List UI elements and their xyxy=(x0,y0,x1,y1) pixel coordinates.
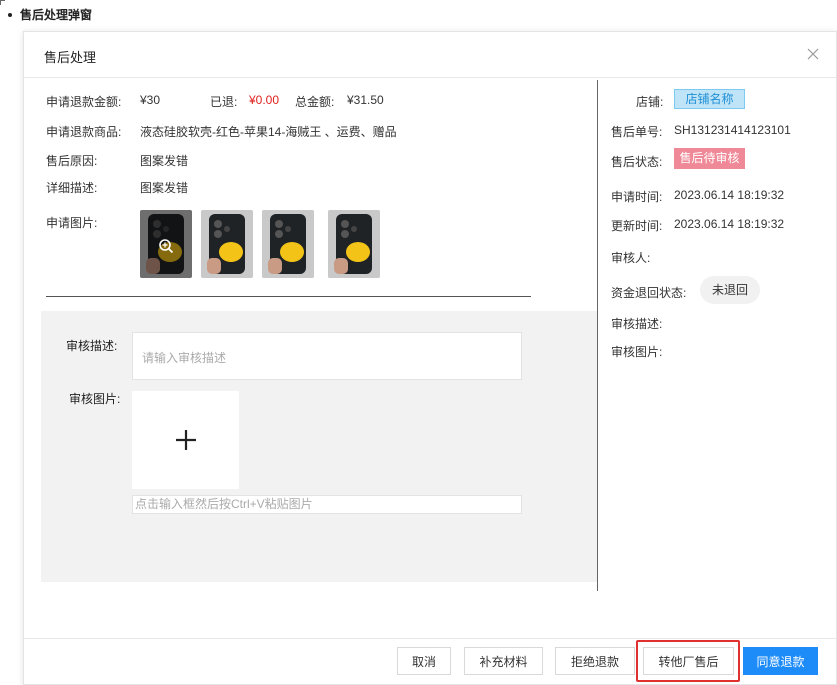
review-panel: 审核描述: 请输入审核描述 审核图片: 点击输入框然后按Ctrl+V粘贴图片 xyxy=(41,311,597,582)
refund-amount-label: 申请退款金额: xyxy=(46,95,122,109)
order-number-value: SH131231414123101 xyxy=(674,123,791,137)
apply-time-value: 2023.06.14 18:19:32 xyxy=(674,188,785,202)
dialog-footer: 取消 补充材料 拒绝退款 转他厂售后 同意退款 xyxy=(24,638,836,685)
reason-label: 售后原因: xyxy=(46,154,98,168)
dialog-header: 售后处理 xyxy=(24,32,836,78)
section-divider xyxy=(46,296,531,297)
status-badge: 售后待审核 xyxy=(674,148,745,169)
after-sales-dialog: 售后处理 申请退款金额: ¥30 已退: ¥0.00 总金额: ¥31.50 申… xyxy=(23,31,837,685)
order-number-label: 售后单号: xyxy=(611,125,663,139)
refund-amount-value: ¥30 xyxy=(140,93,161,107)
review-image-label: 审核图片: xyxy=(69,392,121,406)
paste-image-input[interactable]: 点击输入框然后按Ctrl+V粘贴图片 xyxy=(132,495,522,514)
page-heading-text: 售后处理弹窗 xyxy=(20,8,93,22)
refunded-value: ¥0.00 xyxy=(249,93,280,107)
goods-value: 液态硅胶软壳-红色-苹果14-海贼王 、运费、赠品 xyxy=(140,125,397,139)
total-amount-label: 总金额: xyxy=(295,95,335,109)
side-review-desc-label: 审核描述: xyxy=(611,317,663,331)
status-label: 售后状态: xyxy=(611,155,663,169)
reject-refund-button[interactable]: 拒绝退款 xyxy=(555,647,635,675)
dialog-title: 售后处理 xyxy=(44,50,97,65)
update-time-value: 2023.06.14 18:19:32 xyxy=(674,217,785,231)
cancel-button[interactable]: 取消 xyxy=(397,647,451,675)
images-label: 申请图片: xyxy=(46,216,98,230)
close-icon[interactable] xyxy=(806,47,820,61)
reviewer-label: 审核人: xyxy=(611,251,651,265)
update-time-label: 更新时间: xyxy=(611,219,663,233)
approve-refund-button[interactable]: 同意退款 xyxy=(743,647,818,675)
image-upload-button[interactable] xyxy=(132,391,239,489)
review-desc-label: 审核描述: xyxy=(66,339,118,353)
plus-icon xyxy=(175,430,196,450)
page-heading: 售后处理弹窗 xyxy=(8,6,92,23)
supplement-button[interactable]: 补充材料 xyxy=(464,647,543,675)
store-tag: 店铺名称 xyxy=(674,89,745,109)
transfer-after-sales-button[interactable]: 转他厂售后 xyxy=(643,647,734,675)
product-image-thumbnail[interactable] xyxy=(201,210,253,278)
refunded-label: 已退: xyxy=(210,95,238,109)
side-review-images-label: 审核图片: xyxy=(611,345,663,359)
goods-label: 申请退款商品: xyxy=(46,125,122,139)
apply-time-label: 申请时间: xyxy=(611,190,663,204)
zoom-in-icon[interactable] xyxy=(158,238,174,254)
product-image-thumbnail[interactable] xyxy=(262,210,314,278)
detail-value: 图案发错 xyxy=(140,181,189,195)
reason-value: 图案发错 xyxy=(140,154,189,168)
corner-mark xyxy=(0,0,5,5)
product-image-thumbnail[interactable] xyxy=(328,210,380,278)
refund-status-badge: 未退回 xyxy=(700,276,760,304)
refund-status-label: 资金退回状态: xyxy=(611,286,687,300)
total-amount-value: ¥31.50 xyxy=(347,93,384,107)
column-divider xyxy=(597,80,598,591)
detail-label: 详细描述: xyxy=(46,181,98,195)
review-desc-input[interactable]: 请输入审核描述 xyxy=(132,332,522,380)
bullet-dot xyxy=(8,12,12,17)
product-image-thumbnail[interactable] xyxy=(140,210,192,278)
store-label: 店铺: xyxy=(636,95,664,109)
